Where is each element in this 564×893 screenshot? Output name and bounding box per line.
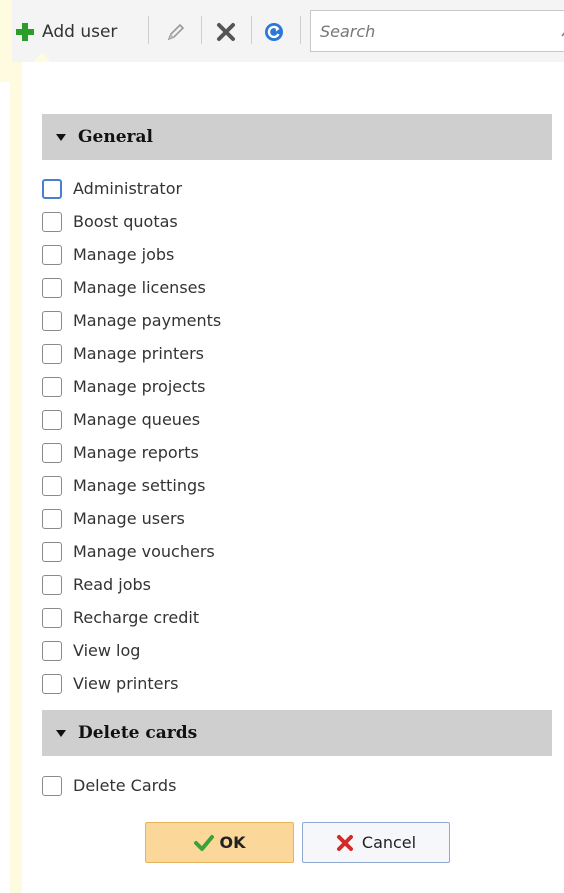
- permission-row[interactable]: Manage printers: [42, 337, 442, 370]
- cancel-label: Cancel: [361, 833, 417, 852]
- plus-icon: [16, 23, 34, 41]
- checkbox[interactable]: [42, 442, 62, 463]
- permission-row[interactable]: View log: [42, 634, 442, 667]
- search-input[interactable]: [311, 20, 542, 42]
- section-header-general[interactable]: General: [42, 114, 552, 160]
- permission-label: Manage licenses: [73, 278, 206, 297]
- pencil-icon: [167, 23, 185, 41]
- checkbox[interactable]: [42, 211, 62, 232]
- checkbox[interactable]: [42, 775, 62, 796]
- toolbar-divider: [201, 16, 202, 44]
- checkbox[interactable]: [42, 475, 62, 496]
- toolbar: Add user: [0, 0, 564, 63]
- permission-list-general: Administrator Boost quotas Manage jobs M…: [42, 172, 442, 700]
- permission-row[interactable]: Delete Cards: [42, 769, 442, 802]
- add-user-button[interactable]: Add user: [14, 12, 117, 52]
- checkbox[interactable]: [42, 574, 62, 595]
- permission-label: Manage reports: [73, 443, 199, 462]
- permission-row[interactable]: Manage queues: [42, 403, 442, 436]
- collapse-caret-icon: [56, 133, 66, 141]
- permission-label: Manage payments: [73, 311, 222, 330]
- checkbox[interactable]: [42, 508, 62, 529]
- permission-label: Manage projects: [73, 377, 206, 396]
- permission-label: Boost quotas: [73, 212, 178, 231]
- checkbox[interactable]: [42, 541, 62, 562]
- refresh-button[interactable]: [258, 12, 290, 52]
- cancel-x-icon: [336, 834, 353, 851]
- section-title: General: [78, 127, 153, 147]
- permission-row[interactable]: Manage payments: [42, 304, 442, 337]
- permission-list-delete-cards: Delete Cards: [42, 769, 442, 802]
- add-user-label: Add user: [42, 22, 118, 42]
- collapse-caret-icon: [56, 729, 66, 737]
- permission-label: Delete Cards: [73, 776, 177, 795]
- checkbox[interactable]: [42, 640, 62, 661]
- permission-label: View log: [73, 641, 141, 660]
- section-title: Delete cards: [78, 723, 198, 743]
- permission-row[interactable]: Manage licenses: [42, 271, 442, 304]
- toolbar-edge: [0, 0, 12, 62]
- ok-button[interactable]: OK: [145, 822, 294, 863]
- permission-label: Manage printers: [73, 344, 204, 363]
- checkbox[interactable]: [42, 409, 62, 430]
- checkmark-icon: [193, 834, 214, 851]
- permission-row[interactable]: Manage users: [42, 502, 442, 535]
- toolbar-divider: [148, 16, 149, 44]
- toolbar-divider: [300, 16, 301, 44]
- search-box: [310, 10, 564, 52]
- permission-label: Manage queues: [73, 410, 201, 429]
- permission-label: Administrator: [73, 179, 183, 198]
- permission-label: Manage users: [73, 509, 185, 528]
- permission-row[interactable]: Manage projects: [42, 370, 442, 403]
- checkbox[interactable]: [42, 244, 62, 265]
- permission-row[interactable]: Read jobs: [42, 568, 442, 601]
- permission-label: View printers: [73, 674, 179, 693]
- permission-label: Manage jobs: [73, 245, 175, 264]
- checkbox[interactable]: [42, 673, 62, 694]
- delete-button[interactable]: [210, 12, 242, 52]
- permission-row[interactable]: Boost quotas: [42, 205, 442, 238]
- permission-label: Manage vouchers: [73, 542, 215, 561]
- checkbox[interactable]: [42, 277, 62, 298]
- checkbox[interactable]: [42, 310, 62, 331]
- ok-label: OK: [219, 833, 246, 852]
- edit-button[interactable]: [160, 12, 192, 52]
- permission-row[interactable]: Administrator: [42, 172, 442, 205]
- permission-label: Read jobs: [73, 575, 152, 594]
- permission-row[interactable]: Manage settings: [42, 469, 442, 502]
- permission-label: Manage settings: [73, 476, 206, 495]
- section-header-delete-cards[interactable]: Delete cards: [42, 710, 552, 756]
- permission-row[interactable]: Manage reports: [42, 436, 442, 469]
- permission-row[interactable]: View printers: [42, 667, 442, 700]
- permission-row[interactable]: Recharge credit: [42, 601, 442, 634]
- checkbox[interactable]: [42, 178, 62, 199]
- delete-x-icon: [217, 23, 235, 41]
- refresh-icon: [265, 23, 283, 41]
- cancel-button[interactable]: Cancel: [302, 822, 450, 863]
- toolbar-divider: [251, 16, 252, 44]
- permission-row[interactable]: Manage jobs: [42, 238, 442, 271]
- permission-label: Recharge credit: [73, 608, 200, 627]
- permission-row[interactable]: Manage vouchers: [42, 535, 442, 568]
- checkbox[interactable]: [42, 343, 62, 364]
- checkbox[interactable]: [42, 607, 62, 628]
- checkbox[interactable]: [42, 376, 62, 397]
